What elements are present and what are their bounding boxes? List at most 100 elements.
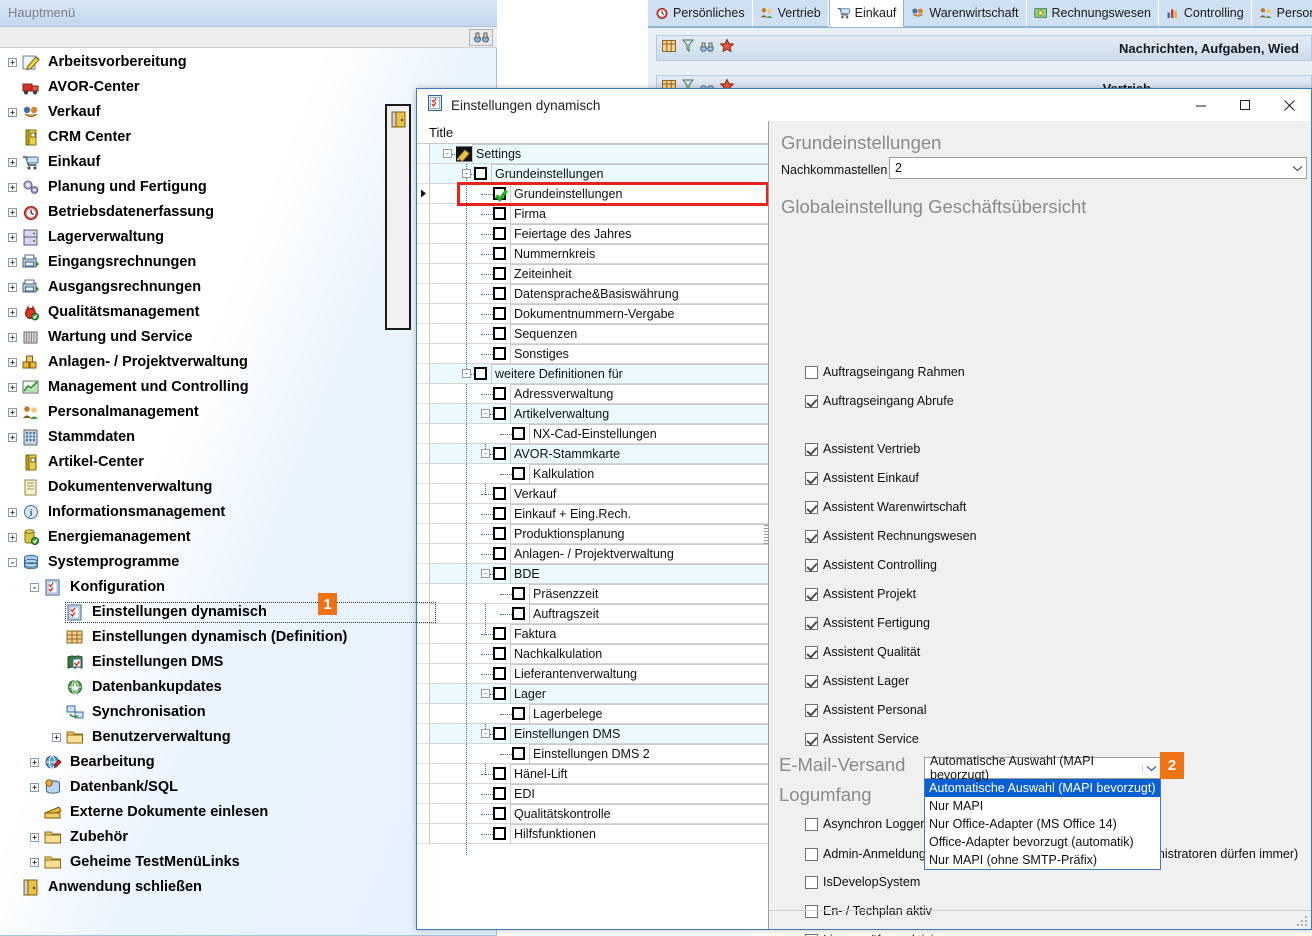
checkbox-unchecked[interactable] — [512, 747, 525, 760]
checkbox-unchecked[interactable] — [493, 207, 506, 220]
grid-cell-title[interactable]: - Einstellungen DMS — [430, 723, 768, 744]
checkbox-unchecked[interactable] — [493, 327, 506, 340]
row-header-cell[interactable] — [417, 264, 430, 284]
checkbox-unchecked[interactable] — [493, 767, 506, 780]
checkbox-assistent-lager[interactable]: Assistent Lager — [805, 674, 909, 688]
grid-row[interactable]: Hänel-Lift — [417, 763, 768, 784]
expand-icon[interactable]: + — [8, 58, 17, 67]
grid-row[interactable]: NX-Cad-Einstellungen — [417, 423, 768, 444]
checkbox-unchecked[interactable] — [493, 387, 506, 400]
grid-cell-title[interactable]: - weitere Definitionen für — [430, 363, 768, 384]
row-header-cell[interactable] — [417, 564, 430, 584]
row-header-cell[interactable] — [417, 144, 430, 164]
collapse-icon[interactable]: - — [481, 409, 490, 418]
dropdown-option[interactable]: Nur MAPI (ohne SMTP-Präfix) — [925, 851, 1160, 869]
expand-icon[interactable]: + — [8, 333, 17, 342]
grid-cell-title[interactable]: Grundeinstellungen — [430, 183, 768, 204]
checkbox-unchecked[interactable] — [493, 827, 506, 840]
expand-icon[interactable]: + — [8, 508, 17, 517]
grid-cell-title[interactable]: - Lager — [430, 683, 768, 704]
grid-row[interactable]: Lieferantenverwaltung — [417, 663, 768, 684]
checkbox-unchecked[interactable] — [512, 467, 525, 480]
ribbon-tab-controlling[interactable]: Controlling — [1158, 0, 1252, 27]
checkbox-checked[interactable] — [805, 616, 818, 630]
checkbox-checked[interactable] — [805, 471, 818, 485]
dropdown-option[interactable]: Nur Office-Adapter (MS Office 14) — [925, 815, 1160, 833]
checkbox-assistent-fertigung[interactable]: Assistent Fertigung — [805, 616, 930, 630]
checkbox-unchecked[interactable] — [512, 607, 525, 620]
grid-row[interactable]: Qualitätskontrolle — [417, 803, 768, 824]
grid-cell-title[interactable]: Feiertage des Jahres — [430, 223, 768, 244]
row-header-cell[interactable] — [417, 584, 430, 604]
row-header-cell[interactable] — [417, 184, 430, 204]
checkbox-assistent-projekt[interactable]: Assistent Projekt — [805, 587, 916, 601]
grid-row[interactable]: Faktura — [417, 623, 768, 644]
expand-icon[interactable]: + — [30, 833, 39, 842]
ribbon-bar-messages[interactable]: Nachrichten, Aufgaben, Wied — [656, 35, 1312, 61]
row-header-cell[interactable] — [417, 224, 430, 244]
collapse-icon[interactable]: - — [462, 369, 471, 378]
expand-icon[interactable]: + — [8, 208, 17, 217]
expand-icon[interactable]: + — [8, 433, 17, 442]
grid-cell-title[interactable]: Lieferantenverwaltung — [430, 663, 768, 684]
grid-cell-title[interactable]: Zeiteinheit — [430, 263, 768, 284]
checkbox-unchecked[interactable] — [805, 847, 818, 861]
grid-cell-title[interactable]: Sequenzen — [430, 323, 768, 344]
grid-row[interactable]: Kalkulation — [417, 463, 768, 484]
row-header-cell[interactable] — [417, 164, 430, 184]
expand-icon[interactable]: + — [30, 858, 39, 867]
expand-icon[interactable]: + — [30, 783, 39, 792]
grid-cell-title[interactable]: Qualitätskontrolle — [430, 803, 768, 824]
checkbox-unchecked[interactable] — [474, 367, 487, 380]
grid-cell-title[interactable]: Anlagen- / Projektverwaltung — [430, 543, 768, 564]
row-header-cell[interactable] — [417, 364, 430, 384]
grid-row[interactable]: Zeiteinheit — [417, 263, 768, 284]
row-header-cell[interactable] — [417, 204, 430, 224]
grid-row[interactable]: Einkauf + Eing.Rech. — [417, 503, 768, 524]
expand-icon[interactable]: + — [8, 158, 17, 167]
grid-row[interactable]: Firma — [417, 203, 768, 224]
checkbox-unchecked[interactable] — [493, 647, 506, 660]
grid-cell-title[interactable]: NX-Cad-Einstellungen — [430, 423, 768, 444]
checkbox-auftragseingang-rahmen[interactable]: Auftragseingang Rahmen — [805, 365, 965, 379]
expand-icon[interactable]: + — [8, 183, 17, 192]
checkbox-en-techplan-aktiv[interactable]: En- / Techplan aktiv — [805, 904, 932, 918]
checkbox-unchecked[interactable] — [493, 527, 506, 540]
ribbon-tab-einkauf[interactable]: Einkauf — [828, 0, 905, 27]
ribbon-tab-vertrieb[interactable]: Vertrieb — [752, 0, 829, 27]
grid-row[interactable]: Adressverwaltung — [417, 383, 768, 404]
dropdown-option[interactable]: Nur MAPI — [925, 797, 1160, 815]
checkbox-checked[interactable] — [805, 674, 818, 688]
checkbox-isdevelopsystem[interactable]: IsDevelopSystem — [805, 875, 920, 889]
grid-cell-title[interactable]: Lagerbelege — [430, 703, 768, 724]
grid-row[interactable]: Dokumentnummern-Vergabe — [417, 303, 768, 324]
grid-cell-title[interactable]: Adressverwaltung — [430, 383, 768, 404]
checkbox-checked[interactable] — [805, 500, 818, 514]
grid-row[interactable]: Datensprache&Basiswährung — [417, 283, 768, 304]
resize-grip[interactable] — [1295, 914, 1307, 926]
checkbox-checked[interactable] — [805, 703, 818, 717]
row-header-cell[interactable] — [417, 624, 430, 644]
row-header-cell[interactable] — [417, 464, 430, 484]
grid-cell-title[interactable]: Dokumentnummern-Vergabe — [430, 303, 768, 324]
grid-row[interactable]: Verkauf — [417, 483, 768, 504]
grid-cell-title[interactable]: Kalkulation — [430, 463, 768, 484]
row-header-cell[interactable] — [417, 284, 430, 304]
email-method-select[interactable]: Automatische Auswahl (MAPI bevorzugt) — [924, 754, 1161, 782]
checkbox-unchecked[interactable] — [512, 707, 525, 720]
row-header-cell[interactable] — [417, 684, 430, 704]
sidebar-item-arbeitsvorbereitung[interactable]: + Arbeitsvorbereitung — [0, 50, 496, 75]
checkbox-checked[interactable] — [805, 732, 818, 746]
chevron-down-icon[interactable] — [1288, 165, 1306, 172]
grid-cell-title[interactable]: Nummernkreis — [430, 243, 768, 264]
grid-cell-title[interactable]: Präsenzzeit — [430, 583, 768, 604]
row-header-cell[interactable] — [417, 524, 430, 544]
grid-rows[interactable]: - Settings - Grundeinstellungen Grundeinstel… — [417, 144, 768, 929]
expand-icon[interactable]: + — [8, 233, 17, 242]
checkbox-unchecked[interactable] — [512, 587, 525, 600]
checkbox-assistent-rechnungswesen[interactable]: Assistent Rechnungswesen — [805, 529, 977, 543]
row-header-cell[interactable] — [417, 764, 430, 784]
grid-row[interactable]: Präsenzzeit — [417, 583, 768, 604]
collapse-icon[interactable]: - — [481, 729, 490, 738]
row-header-cell[interactable] — [417, 504, 430, 524]
